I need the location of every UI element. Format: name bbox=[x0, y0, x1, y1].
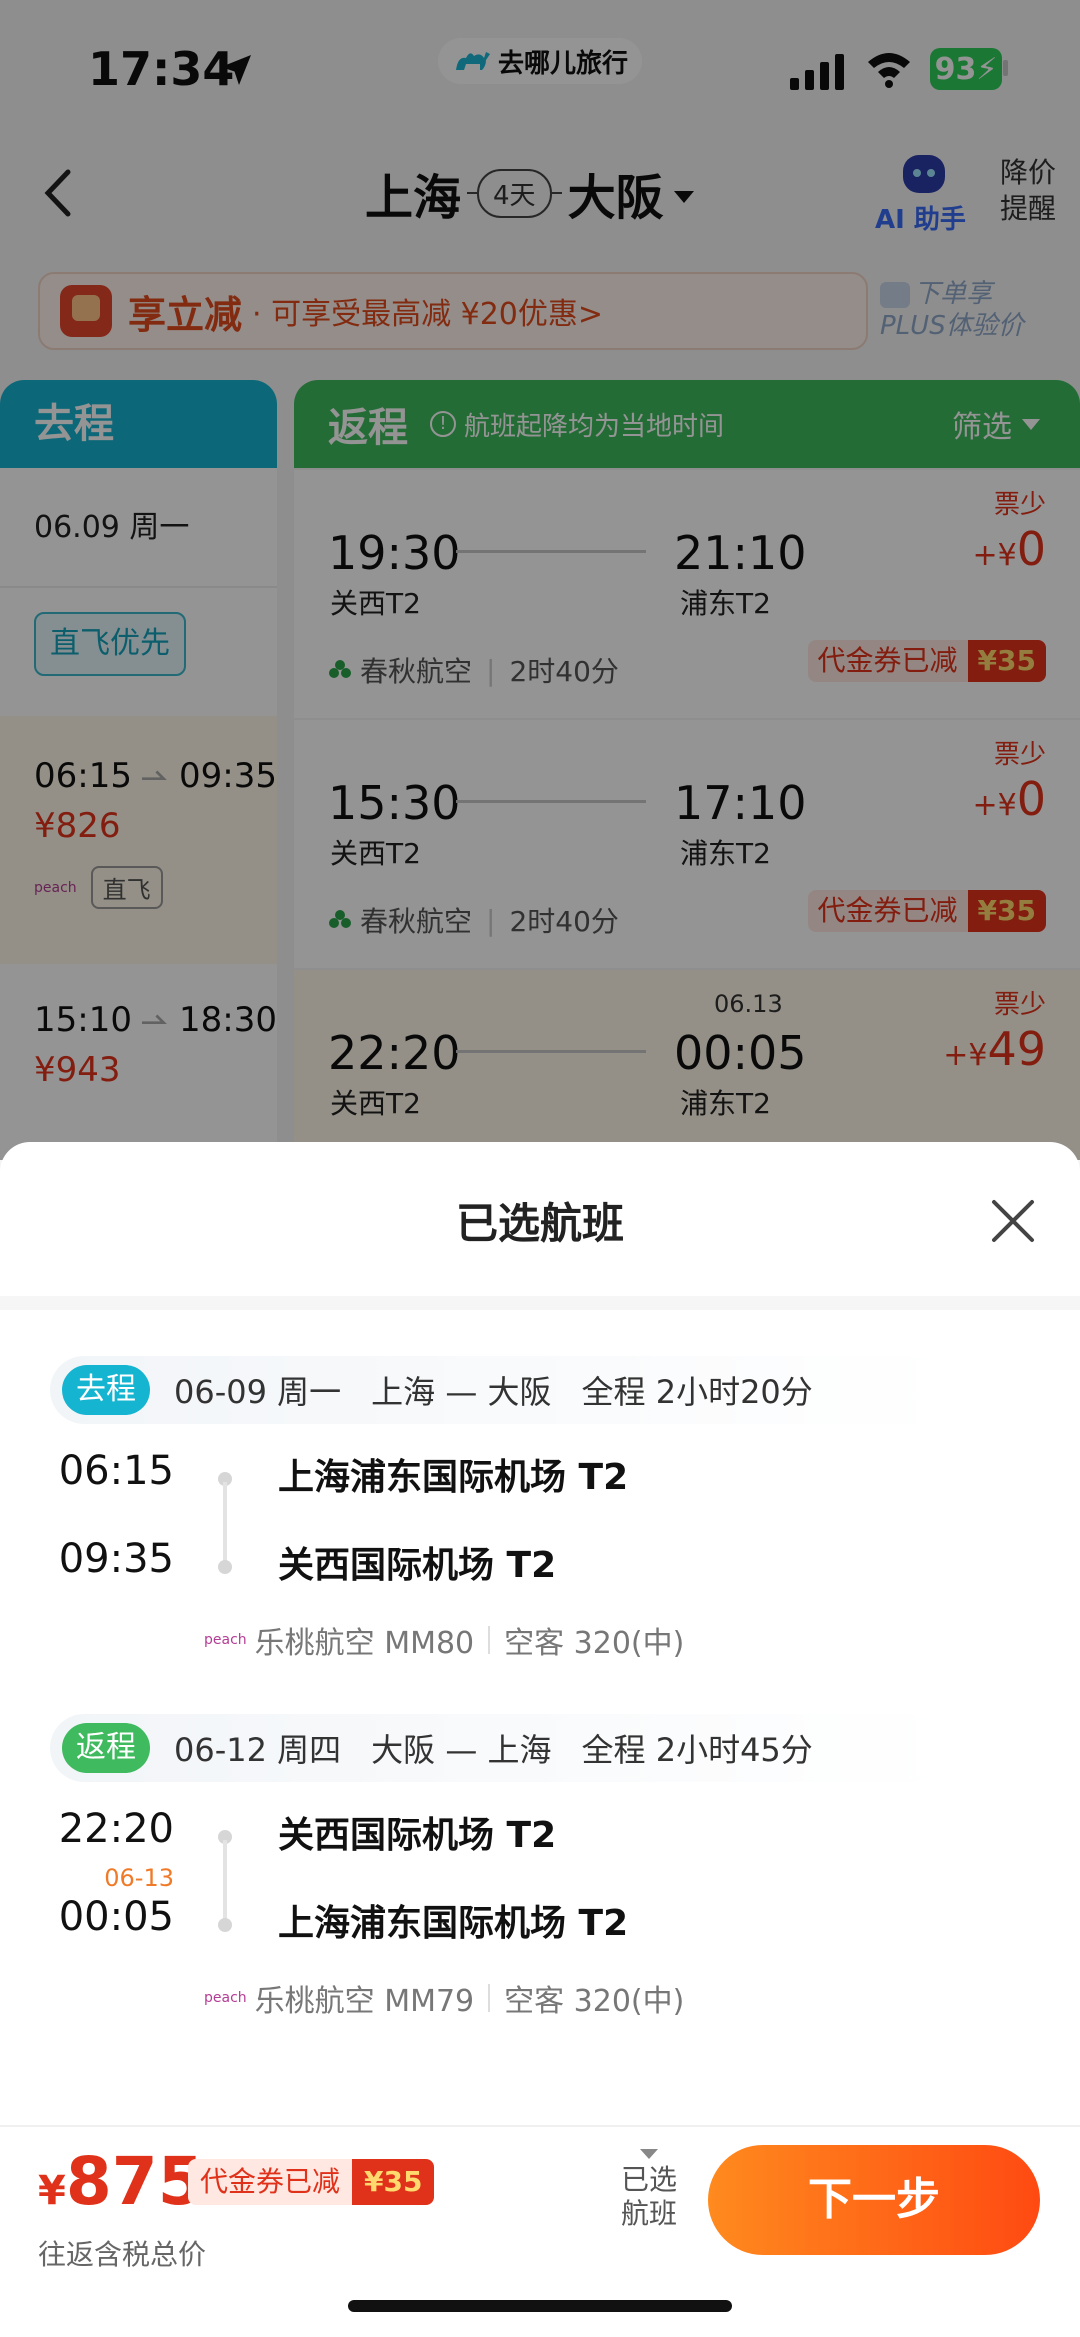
dep-airport: 上海浦东国际机场 T2 bbox=[278, 1457, 629, 1498]
total-price-note: 往返含税总价 bbox=[38, 2238, 207, 2271]
peach-airline-logo: peach bbox=[204, 1990, 247, 2006]
home-indicator[interactable] bbox=[348, 2300, 732, 2312]
arr-airport: 上海浦东国际机场 T2 bbox=[278, 1903, 629, 1944]
selected-flights-toggle[interactable]: 已选 航班 bbox=[616, 2149, 682, 2231]
total-price: ¥ 875 bbox=[38, 2143, 204, 2220]
modal-backdrop[interactable] bbox=[0, 0, 1080, 1160]
segment-duration: 全程 2小时45分 bbox=[581, 1731, 813, 1769]
dep-time: 06:15 bbox=[58, 1448, 174, 1494]
dep-airport: 关西国际机场 T2 bbox=[278, 1815, 557, 1856]
arr-time: 09:35 bbox=[58, 1536, 174, 1582]
divider bbox=[0, 1296, 1080, 1310]
flight-meta: peach 乐桃航空 MM79 空客 320(中) bbox=[204, 1976, 684, 2020]
segment-header: 返程 06-12 周四 大阪 — 上海 全程 2小时45分 bbox=[50, 1714, 950, 1782]
flight-number: 乐桃航空 MM80 bbox=[254, 1626, 475, 1661]
segment-route: 上海 — 大阪 bbox=[371, 1373, 552, 1411]
segment-route: 大阪 — 上海 bbox=[371, 1731, 552, 1769]
flight-number: 乐桃航空 MM79 bbox=[254, 1984, 475, 2019]
segment-date: 06-09 周一 bbox=[174, 1373, 342, 1411]
aircraft-type: 空客 320(中) bbox=[504, 1626, 685, 1661]
voucher-badge: 代金券已减 ¥35 bbox=[188, 2159, 435, 2205]
next-step-button[interactable]: 下一步 bbox=[708, 2145, 1040, 2255]
close-icon[interactable] bbox=[990, 1198, 1036, 1244]
arr-time: 00:05 bbox=[58, 1894, 174, 1940]
arr-airport: 关西国际机场 T2 bbox=[278, 1545, 557, 1586]
sheet-title: 已选航班 bbox=[455, 1199, 624, 1248]
segment-header: 去程 06-09 周一 上海 — 大阪 全程 2小时20分 bbox=[50, 1356, 950, 1424]
peach-airline-logo: peach bbox=[204, 1632, 247, 1648]
return-tag: 返程 bbox=[62, 1723, 150, 1773]
dep-time: 22:20 bbox=[58, 1806, 174, 1852]
caret-down-icon bbox=[640, 2149, 658, 2159]
arr-date: 06-13 bbox=[104, 1864, 174, 1892]
aircraft-type: 空客 320(中) bbox=[504, 1984, 685, 2019]
segment-date: 06-12 周四 bbox=[174, 1731, 342, 1769]
segment-duration: 全程 2小时20分 bbox=[581, 1373, 813, 1411]
outbound-tag: 去程 bbox=[62, 1365, 150, 1415]
flight-meta: peach 乐桃航空 MM80 空客 320(中) bbox=[204, 1618, 684, 1662]
